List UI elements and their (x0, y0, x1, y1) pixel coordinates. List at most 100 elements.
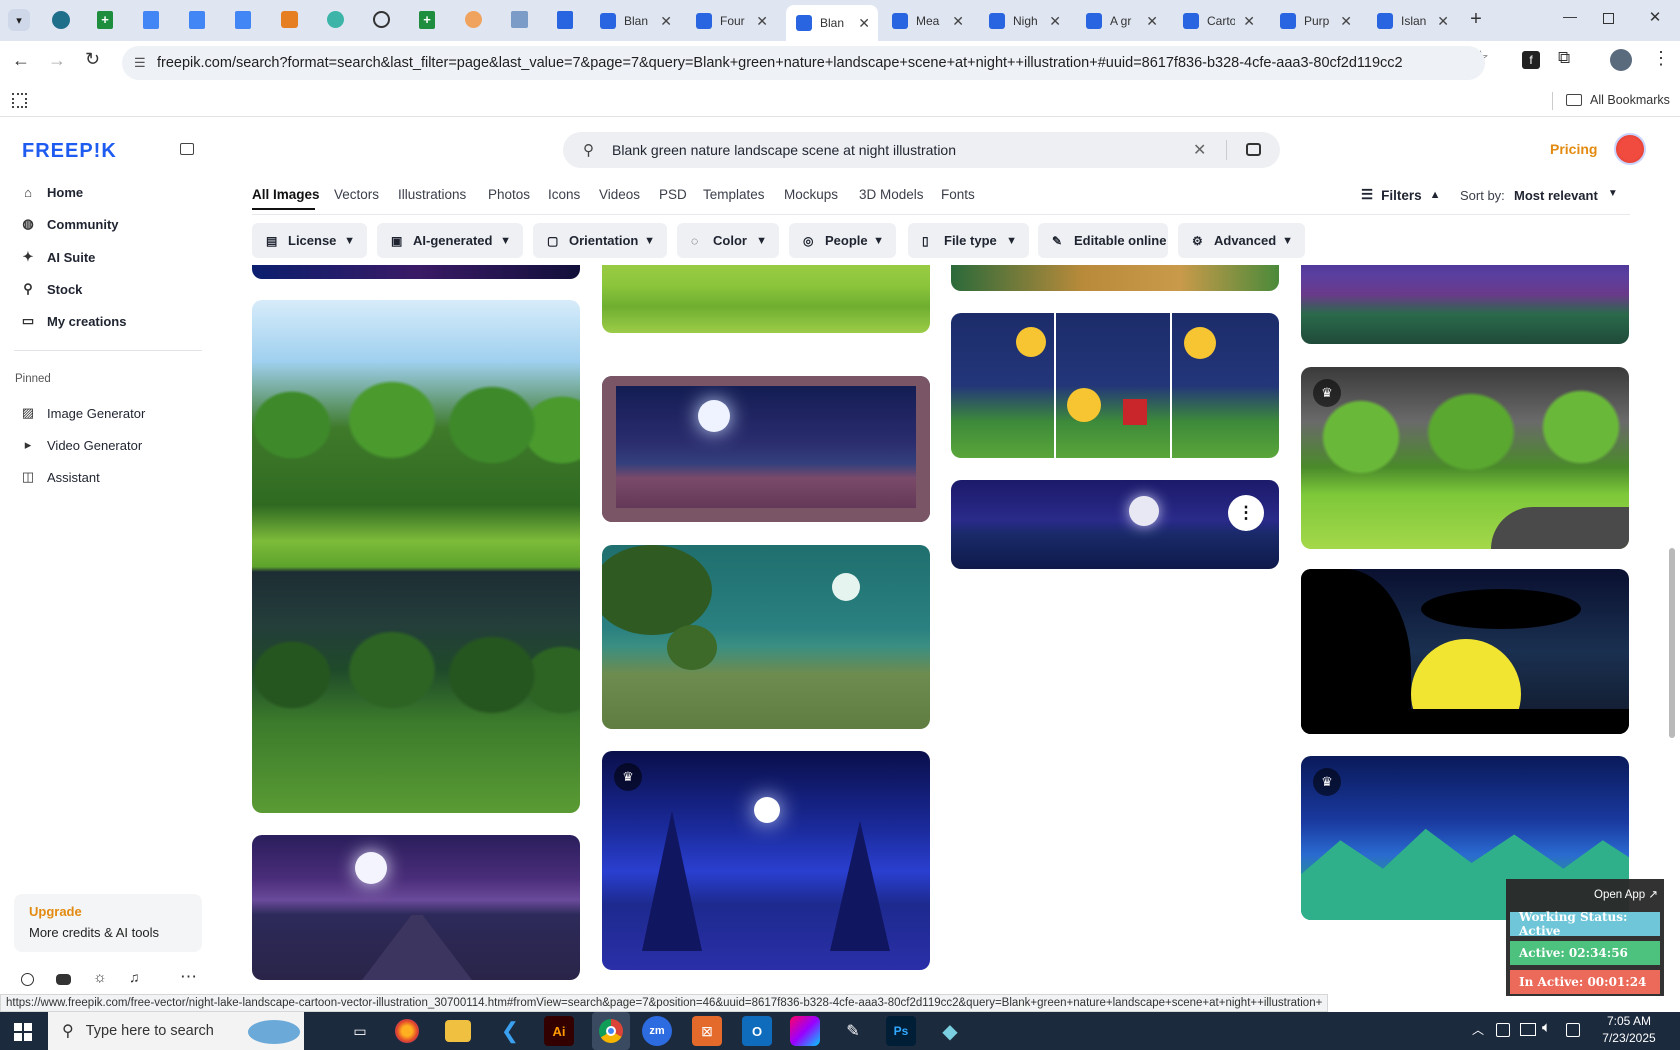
tab-3d-models[interactable]: 3D Models (859, 187, 924, 202)
close-icon[interactable]: ✕ (1146, 13, 1158, 30)
filter-orientation[interactable]: ▢ Orientation ▼ (533, 223, 667, 258)
clock-time[interactable]: 7:05 AM (1599, 1014, 1659, 1028)
extensions-puzzle-icon[interactable]: ⧉ (1558, 48, 1570, 68)
freepik-logo[interactable]: FREEP!K (22, 140, 117, 163)
pinned-tab-docs-icon[interactable] (557, 11, 573, 29)
pinned-tab-app-icon[interactable] (327, 11, 344, 28)
pinned-video-generator[interactable]: ▸ Video Generator (20, 433, 142, 457)
task-view-icon[interactable]: ▭ (345, 1016, 375, 1046)
user-avatar[interactable] (1614, 133, 1646, 165)
nav-home[interactable]: ⌂ Home (20, 180, 83, 204)
scrollbar-thumb[interactable] (1669, 548, 1675, 738)
image-card[interactable]: ♛ (602, 751, 930, 970)
illustrator-icon[interactable]: Ai (544, 1016, 574, 1046)
tab-mockups[interactable]: Mockups (784, 187, 838, 202)
tab-fonts[interactable]: Fonts (941, 187, 975, 202)
image-card[interactable] (951, 265, 1279, 291)
image-card[interactable] (1301, 265, 1629, 344)
collapse-sidebar-icon[interactable] (180, 143, 194, 155)
image-card[interactable]: ♛ (1301, 367, 1629, 549)
profile-avatar[interactable] (1610, 49, 1632, 71)
photoshop-icon[interactable]: Ps (886, 1016, 916, 1046)
all-bookmarks-folder[interactable]: All Bookmarks (1566, 93, 1670, 107)
app-icon[interactable]: ⊠ (692, 1016, 722, 1046)
image-card[interactable] (1301, 569, 1629, 734)
site-info-icon[interactable]: ☰ (134, 55, 146, 71)
image-card[interactable] (951, 313, 1279, 458)
camera-search-icon[interactable] (1246, 143, 1261, 156)
close-icon[interactable]: ✕ (1340, 13, 1352, 30)
browser-tab[interactable]: Blan ✕ (592, 6, 680, 36)
browser-tab[interactable]: Nigh ✕ (981, 6, 1069, 36)
close-window-button[interactable]: ✕ (1645, 8, 1665, 28)
close-icon[interactable]: ✕ (660, 13, 672, 30)
apps-grid-icon[interactable] (12, 93, 27, 108)
browser-tab[interactable]: Four ✕ (688, 6, 776, 36)
outlook-icon[interactable]: O (742, 1016, 772, 1046)
more-options-button[interactable]: ⋮ (1228, 495, 1264, 531)
image-card[interactable]: ♛ (602, 545, 930, 729)
zoom-app-icon[interactable]: zm (642, 1016, 672, 1046)
filter-license[interactable]: ▤ License ▼ (252, 223, 367, 258)
browser-tab[interactable]: A gr ✕ (1078, 6, 1166, 36)
tab-videos[interactable]: Videos (599, 187, 640, 202)
filter-color[interactable]: ◌ Color ▼ (677, 223, 779, 258)
browser-tab[interactable]: Carto ✕ (1175, 6, 1263, 36)
pinned-assistant[interactable]: ◫ Assistant (20, 465, 100, 489)
volume-icon[interactable]: 🔈︎ (1542, 1019, 1551, 1036)
filter-file-type[interactable]: ▯ File type ▼ (908, 223, 1029, 258)
filters-toggle[interactable]: ☰ Filters ▲ (1361, 187, 1441, 203)
pinned-tab-docs-icon[interactable] (143, 11, 159, 29)
reload-button[interactable]: ↻ (85, 49, 100, 70)
pinned-tab-docs-icon[interactable] (189, 11, 205, 29)
firefox-icon[interactable] (395, 1019, 419, 1043)
tab-psd[interactable]: PSD (659, 187, 687, 202)
pricing-link[interactable]: Pricing (1550, 141, 1597, 157)
tab-photos[interactable]: Photos (488, 187, 530, 202)
nav-my-creations[interactable]: ▭ My creations (20, 309, 127, 333)
filter-ai-generated[interactable]: ▣ AI-generated ▼ (377, 223, 523, 258)
close-icon[interactable]: ✕ (1437, 13, 1449, 30)
tray-chevron-up-icon[interactable]: ︿ (1472, 1021, 1484, 1038)
close-icon[interactable]: ✕ (858, 15, 870, 32)
pinned-tab-hand-icon[interactable] (465, 11, 482, 28)
image-card[interactable] (252, 835, 580, 980)
browser-tab-active[interactable]: Blan ✕ (786, 5, 878, 41)
upgrade-card[interactable]: Upgrade More credits & AI tools (14, 894, 202, 952)
filter-people[interactable]: ◎ People ▼ (789, 223, 896, 258)
new-tab-button[interactable]: + (1465, 9, 1487, 31)
nav-community[interactable]: ◍ Community (20, 212, 118, 236)
filter-editable-online[interactable]: ✎ Editable online (1038, 223, 1168, 258)
image-card[interactable] (602, 265, 930, 333)
start-button[interactable] (14, 1023, 32, 1041)
open-app-link[interactable]: Open App ↗ (1594, 887, 1658, 901)
clock-date[interactable]: 7/23/2025 (1596, 1031, 1662, 1045)
network-icon[interactable] (1520, 1023, 1536, 1036)
back-button[interactable]: ← (12, 50, 30, 71)
filter-advanced[interactable]: ⚙ Advanced ▼ (1178, 223, 1305, 258)
pinned-tab-wordpress-icon[interactable] (52, 11, 70, 29)
notification-bell-icon[interactable]: ♫ (129, 969, 140, 985)
browser-tab[interactable]: Islan ✕ (1369, 6, 1457, 36)
pinned-tab-app-icon[interactable] (281, 11, 298, 28)
extension-icon[interactable]: f (1522, 51, 1540, 69)
tab-templates[interactable]: Templates (703, 187, 765, 202)
pinned-tab-docs-icon[interactable] (235, 11, 251, 29)
menu-kebab-icon[interactable]: ⋮ (1652, 48, 1670, 69)
image-card[interactable] (602, 376, 930, 522)
close-icon[interactable]: ✕ (952, 13, 964, 30)
theme-sun-icon[interactable]: ☼ (93, 969, 107, 986)
image-card[interactable] (252, 265, 580, 279)
help-icon[interactable] (21, 973, 34, 986)
pinned-tab-chatgpt-icon[interactable] (373, 11, 390, 28)
restore-button[interactable] (1603, 13, 1614, 24)
tab-icons[interactable]: Icons (548, 187, 580, 202)
taskbar-search-box[interactable]: ⚲ Type here to search (48, 1012, 304, 1050)
vscode-icon[interactable]: ❮ (495, 1016, 525, 1046)
nav-ai-suite[interactable]: ✦ AI Suite (20, 245, 96, 269)
image-card[interactable] (252, 300, 580, 813)
more-options-icon[interactable]: ⋯ (180, 967, 197, 987)
search-input[interactable]: ⚲ Blank green nature landscape scene at … (563, 132, 1280, 168)
pinned-tab-sheets-icon[interactable]: + (419, 11, 435, 29)
pinned-tab-grid-icon[interactable] (511, 11, 528, 28)
